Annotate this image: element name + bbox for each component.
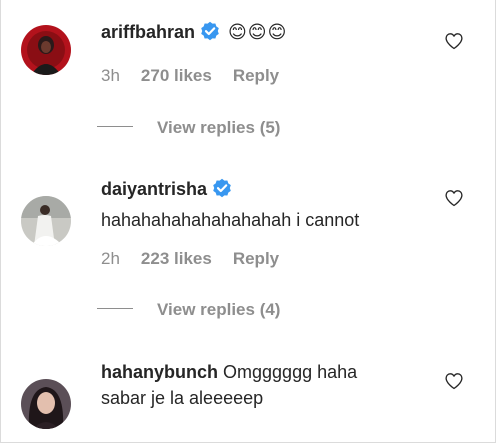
- reply-button[interactable]: Reply: [233, 249, 279, 269]
- comment-text: 😊😊😊: [228, 22, 288, 42]
- comment-text: hahahahahahahahahah i cannot: [101, 210, 360, 230]
- comment-time[interactable]: 3h: [101, 66, 120, 86]
- reply-button[interactable]: Reply: [233, 66, 279, 86]
- avatar[interactable]: [21, 196, 71, 246]
- comments-panel: ariffbahran 😊😊😊 3h 270 likes Reply View re…: [0, 0, 496, 443]
- verified-badge-icon: [212, 178, 232, 205]
- view-replies-label: View replies (4): [157, 300, 281, 319]
- view-replies-button[interactable]: View replies (4): [97, 300, 280, 320]
- comment-likes[interactable]: 270 likes: [141, 66, 212, 86]
- avatar[interactable]: [21, 379, 71, 429]
- replies-divider: [97, 308, 133, 309]
- comment-text: Omgggggg haha: [223, 362, 358, 382]
- comment-text-continued: sabar je la aleeeeep: [101, 388, 264, 408]
- replies-divider: [97, 126, 133, 127]
- comment-username[interactable]: hahanybunch: [101, 362, 218, 382]
- avatar[interactable]: [21, 25, 71, 75]
- view-replies-button[interactable]: View replies (5): [97, 118, 280, 138]
- heart-outline-icon[interactable]: [444, 31, 464, 51]
- verified-badge-icon: [200, 21, 220, 48]
- heart-outline-icon[interactable]: [444, 371, 464, 391]
- heart-outline-icon[interactable]: [444, 188, 464, 208]
- comment-likes[interactable]: 223 likes: [141, 249, 212, 269]
- comment-time[interactable]: 2h: [101, 249, 120, 269]
- view-replies-label: View replies (5): [157, 118, 281, 137]
- comment-username[interactable]: ariffbahran: [101, 22, 195, 42]
- comment-username[interactable]: daiyantrisha: [101, 179, 207, 199]
